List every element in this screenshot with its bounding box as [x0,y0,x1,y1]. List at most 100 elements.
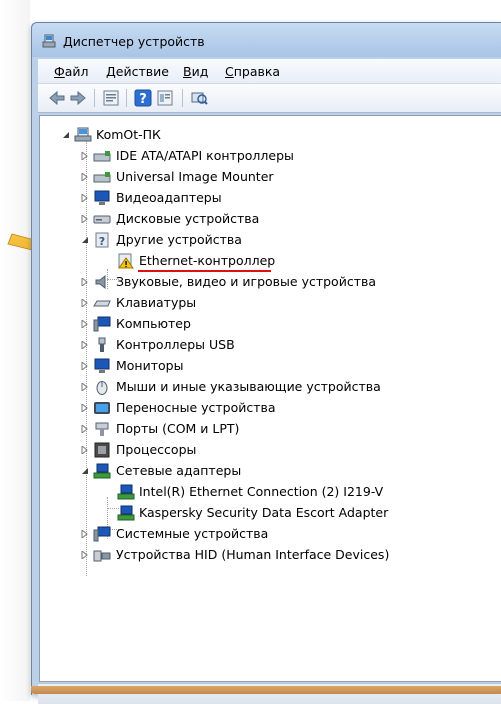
tree-item-sound[interactable]: Звуковые, видео и игровые устройства [81,272,481,292]
hid-device-icon [93,550,111,562]
usb-icon [98,337,106,352]
expand-arrow-icon[interactable] [81,404,89,412]
expand-arrow-icon[interactable] [81,173,89,181]
network-adapter-icon [117,484,135,500]
tree-item-keyboards[interactable]: Клавиатуры [81,293,481,313]
tree-item-network-adapters[interactable]: Сетевые адаптеры [81,461,481,481]
warning-device-icon [118,253,134,269]
toolbar-separator [126,89,127,107]
title-bar[interactable]: Диспетчер устройств [32,23,501,57]
storage-controller-icon [93,172,111,183]
help-icon[interactable]: ? [134,89,152,107]
tree-item-hid-devices[interactable]: Устройства HID (Human Interface Devices) [81,545,481,565]
expand-arrow-icon[interactable] [81,215,89,223]
menu-action[interactable]: Действие [106,64,169,79]
tree-item-system-devices[interactable]: Системные устройства [81,524,481,544]
collapse-arrow-icon[interactable] [62,131,70,139]
tree-item-video-adapters[interactable]: Видеоадаптеры [81,188,481,208]
device-tree: KomOt-ПК IDE ATA/ATAPI контроллеры Unive… [39,115,501,682]
tree-item-label: Порты (COM и LPT) [116,421,240,436]
computer-icon [74,127,92,142]
tree-item-label: Звуковые, видео и игровые устройства [116,274,377,289]
expand-arrow-icon[interactable] [81,362,89,370]
mouse-icon [96,381,108,395]
collapse-arrow-icon[interactable] [81,467,89,475]
port-icon [95,422,109,436]
expand-arrow-icon[interactable] [81,194,89,202]
tree-item-label: Universal Image Mounter [116,169,274,184]
tree-item-monitors[interactable]: Мониторы [81,356,481,376]
tree-item-label: Сетевые адаптеры [116,463,242,478]
tree-item-computer[interactable]: Компьютер [81,314,481,334]
system-device-icon [93,526,111,542]
tree-item-ports[interactable]: Порты (COM и LPT) [81,419,481,439]
expand-arrow-icon[interactable] [81,551,89,559]
tree-item-label: Intel(R) Ethernet Connection (2) I219-V [139,484,384,499]
tree-item-label: Системные устройства [116,526,269,541]
tree-item-ide[interactable]: IDE ATA/ATAPI контроллеры [81,146,481,166]
tree-item-mice[interactable]: Мыши и иные указывающие устройства [81,377,481,397]
back-icon[interactable] [48,89,66,107]
speaker-icon [95,274,106,290]
window-title: Диспетчер устройств [63,34,205,49]
expand-arrow-icon[interactable] [81,425,89,433]
tree-item-other-devices[interactable]: ? Другие устройства [81,230,481,250]
tree-item-usb-controllers[interactable]: Контроллеры USB [81,335,481,355]
expand-arrow-icon[interactable] [81,446,89,454]
tree-item-processors[interactable]: Процессоры [81,440,481,460]
properties-icon[interactable] [102,89,120,107]
display-adapter-icon [94,190,110,205]
tree-item-label: Мониторы [116,358,184,373]
tree-item-label: Контроллеры USB [116,337,235,352]
tree-item-image-mounter[interactable]: Universal Image Mounter [81,167,481,187]
expand-arrow-icon[interactable] [81,530,89,538]
tree-item-label: IDE ATA/ATAPI контроллеры [116,148,294,163]
expand-arrow-icon[interactable] [81,278,89,286]
network-adapter-icon [93,463,111,479]
expand-arrow-icon[interactable] [81,383,89,391]
tree-item-label: Видеоадаптеры [116,190,222,205]
toolbar: ? [38,84,501,113]
menu-bar: Файл Действие Вид Справка [38,59,501,84]
unknown-device-icon: ? [95,232,109,248]
tree-item-label: Устройства HID (Human Interface Devices) [116,547,390,562]
monitor-icon [94,358,110,373]
tree-item-label: Мыши и иные указывающие устройства [116,379,381,394]
tree-item-kaspersky-adapter[interactable]: Kaspersky Security Data Escort Adapter [117,503,487,523]
tree-item-disk-drives[interactable]: Дисковые устройства [81,209,481,229]
menu-file[interactable]: Файл [54,64,89,79]
menu-view[interactable]: Вид [183,64,208,79]
toolbar-separator [182,89,183,107]
tree-item-label: Компьютер [116,316,191,331]
expand-arrow-icon[interactable] [81,341,89,349]
processor-icon [94,442,110,458]
disk-drive-icon [93,215,111,224]
toolbar-separator [94,89,95,107]
tree-item-label: Процессоры [116,442,197,457]
collapse-arrow-icon[interactable] [81,236,89,244]
forward-icon[interactable] [69,89,87,107]
ide-controller-icon [93,151,111,162]
tree-item-ethernet-controller[interactable]: Ethernet-контроллер [117,251,477,271]
tree-root[interactable]: KomOt-ПК [62,125,462,145]
tree-item-label: Переносные устройства [116,400,276,415]
tree-item-label: Дисковые устройства [116,211,260,226]
portable-device-icon [94,402,110,414]
page-margin [0,0,30,701]
tree-root-label: KomOt-ПК [96,127,161,142]
expand-arrow-icon[interactable] [81,320,89,328]
device-manager-icon [42,34,56,48]
computer-icon [93,316,111,332]
tree-item-label: Ethernet-контроллер [139,253,276,268]
tree-item-label: Другие устройства [116,232,242,247]
device-manager-window: Диспетчер устройств Файл Действие Вид Сп… [31,22,501,704]
scan-icon[interactable] [190,89,208,107]
tree-item-label: Клавиатуры [116,295,197,310]
expand-arrow-icon[interactable] [81,299,89,307]
show-icon[interactable] [156,89,174,107]
expand-arrow-icon[interactable] [81,152,89,160]
window-bottom-border [31,686,501,694]
tree-item-intel-ethernet[interactable]: Intel(R) Ethernet Connection (2) I219-V [117,482,487,502]
menu-help[interactable]: Справка [225,64,280,79]
tree-item-portable-devices[interactable]: Переносные устройства [81,398,481,418]
